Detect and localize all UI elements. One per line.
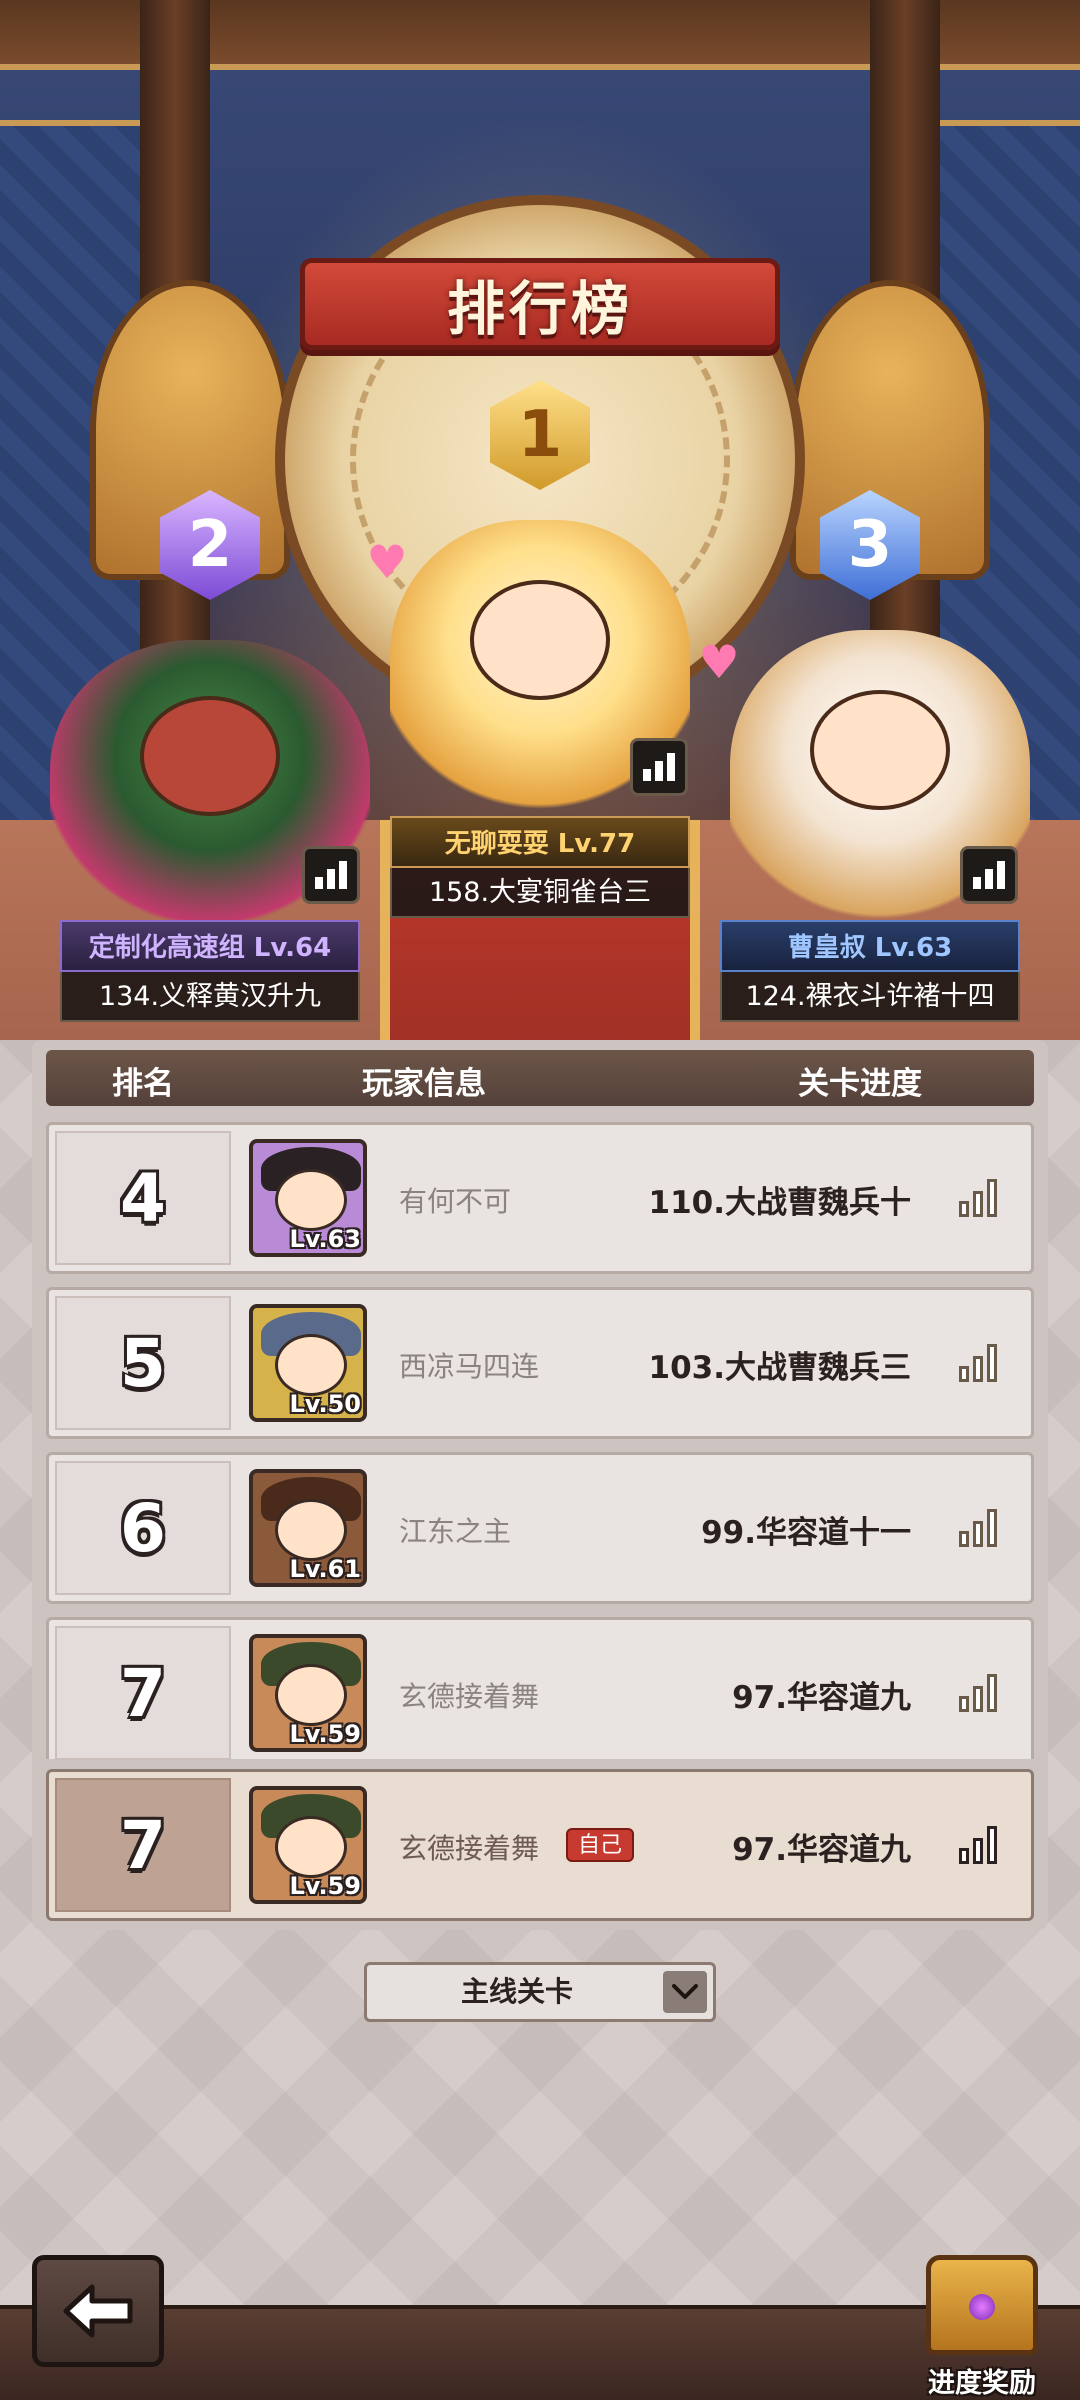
self-row[interactable]: 7 Lv.59 玄德接着舞 自己 97.华容道九 bbox=[46, 1769, 1034, 1921]
table-row[interactable]: 7 Lv.59 玄德接着舞 97.华容道九 bbox=[46, 1617, 1034, 1760]
rank-2-player-name: 定制化高速组 Lv.64 bbox=[60, 920, 360, 972]
row-stage-progress: 97.华容道九 bbox=[732, 1832, 911, 1868]
table-row[interactable]: 4 Lv.63 有何不可 110.大战曹魏兵十 bbox=[46, 1122, 1034, 1274]
row-rank: 7 bbox=[55, 1626, 231, 1760]
avatar-level: Lv.59 bbox=[289, 1872, 362, 1900]
row-stage-progress: 110.大战曹魏兵十 bbox=[648, 1185, 912, 1221]
rank-1-player-name: 无聊耍耍 Lv.77 bbox=[390, 816, 690, 868]
dropdown-selected-value: 主线关卡 bbox=[460, 1975, 573, 2008]
heart-icon: ♥ bbox=[366, 535, 408, 589]
row-stage-progress: 103.大战曹魏兵三 bbox=[648, 1350, 912, 1386]
avatar-level: Lv.63 bbox=[289, 1225, 362, 1253]
heart-icon: ♥ bbox=[698, 635, 740, 689]
table-row[interactable]: 6 Lv.61 江东之主 99.华容道十一 bbox=[46, 1452, 1034, 1604]
rank-3-player-name: 曹皇叔 Lv.63 bbox=[720, 920, 1020, 972]
row-rank: 6 bbox=[55, 1461, 231, 1595]
stage-type-dropdown[interactable]: 主线关卡 bbox=[364, 1962, 716, 2022]
row-player-name: 玄德接着舞 bbox=[399, 1832, 540, 1865]
avatar[interactable]: Lv.59 bbox=[249, 1634, 367, 1752]
row-rank: 5 bbox=[55, 1296, 231, 1430]
rank-2-stats-button[interactable] bbox=[302, 846, 360, 904]
bar-chart-icon[interactable] bbox=[959, 1177, 1003, 1217]
bar-chart-icon[interactable] bbox=[959, 1507, 1003, 1547]
row-player-name: 玄德接着舞 bbox=[399, 1680, 540, 1713]
leaderboard-title-ribbon: 排行榜 bbox=[300, 258, 780, 350]
page-title: 排行榜 bbox=[446, 275, 633, 343]
row-rank: 7 bbox=[55, 1778, 231, 1912]
rank-3-plate: 曹皇叔 Lv.63 124.裸衣斗许褚十四 bbox=[720, 920, 1020, 1022]
bar-chart-icon[interactable] bbox=[959, 1342, 1003, 1382]
header-player-info: 玩家信息 bbox=[362, 1066, 486, 1102]
row-player-name: 江东之主 bbox=[399, 1515, 512, 1548]
rank-1-stage: 158.大宴铜雀台三 bbox=[390, 868, 690, 918]
header-rank: 排名 bbox=[112, 1066, 174, 1102]
progress-reward-button[interactable]: 进度奖励 bbox=[912, 2245, 1052, 2400]
avatar-level: Lv.59 bbox=[289, 1720, 362, 1748]
row-stage-progress: 99.华容道十一 bbox=[701, 1515, 911, 1551]
rank-2-stage: 134.义释黄汉升九 bbox=[60, 972, 360, 1022]
chevron-down-icon[interactable] bbox=[663, 1971, 707, 2013]
table-row[interactable]: 5 Lv.50 西凉马四连 103.大战曹魏兵三 bbox=[46, 1287, 1034, 1439]
rank-1-stats-button[interactable] bbox=[630, 738, 688, 796]
ranking-list-header: 排名 玩家信息 关卡进度 bbox=[46, 1050, 1034, 1106]
header-stage-progress: 关卡进度 bbox=[798, 1066, 922, 1102]
progress-reward-label: 进度奖励 bbox=[928, 2368, 1036, 2399]
treasure-chest-icon bbox=[926, 2255, 1038, 2355]
avatar-level: Lv.50 bbox=[289, 1390, 362, 1418]
row-player-name: 有何不可 bbox=[399, 1185, 512, 1218]
avatar[interactable]: Lv.59 bbox=[249, 1786, 367, 1904]
bar-chart-icon[interactable] bbox=[959, 1672, 1003, 1712]
arrow-left-icon bbox=[63, 2284, 133, 2338]
avatar-level: Lv.61 bbox=[289, 1555, 362, 1583]
avatar[interactable]: Lv.63 bbox=[249, 1139, 367, 1257]
self-badge: 自己 bbox=[566, 1828, 635, 1862]
bar-chart-icon[interactable] bbox=[959, 1824, 1003, 1864]
rank-2-plate: 定制化高速组 Lv.64 134.义释黄汉升九 bbox=[60, 920, 360, 1022]
back-button[interactable] bbox=[32, 2255, 164, 2367]
row-stage-progress: 97.华容道九 bbox=[732, 1680, 911, 1716]
row-player-name: 西凉马四连 bbox=[399, 1350, 540, 1383]
rank-1-plate: 无聊耍耍 Lv.77 158.大宴铜雀台三 bbox=[390, 816, 690, 918]
rank-3-stats-button[interactable] bbox=[960, 846, 1018, 904]
row-rank: 4 bbox=[55, 1131, 231, 1265]
rank-3-stage: 124.裸衣斗许褚十四 bbox=[720, 972, 1020, 1022]
avatar[interactable]: Lv.61 bbox=[249, 1469, 367, 1587]
avatar[interactable]: Lv.50 bbox=[249, 1304, 367, 1422]
